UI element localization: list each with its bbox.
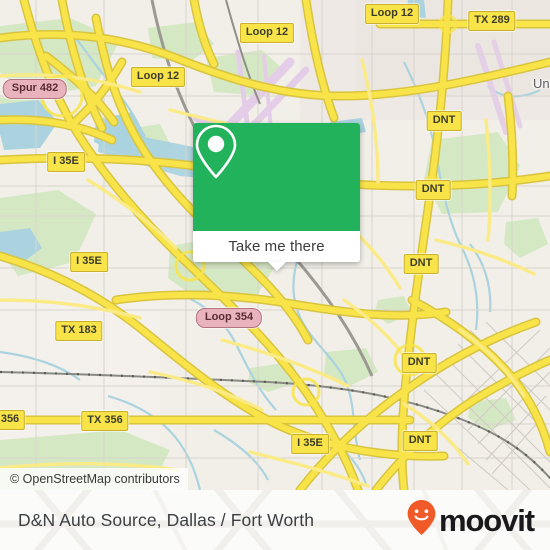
road-shield-loop-354[interactable]: Loop 354 <box>195 308 263 328</box>
take-me-there-label: Take me there <box>228 238 325 255</box>
road-shield-i-35e[interactable]: I 35E <box>47 152 85 172</box>
map-place-label: Un <box>533 76 550 91</box>
moovit-wordmark: moovit <box>438 502 535 538</box>
road-shield-dnt[interactable]: DNT <box>415 180 451 200</box>
moovit-location-card-screenshot: Un Loop 12 TX 289 Loop 12 Loop 12 Spur 4… <box>0 0 550 550</box>
road-shield-356[interactable]: 356 <box>0 410 26 430</box>
popup-pin-area <box>193 123 360 231</box>
moovit-logo[interactable]: moovit <box>406 499 535 541</box>
road-shield-dnt[interactable]: DNT <box>426 111 462 131</box>
osm-attribution[interactable]: © OpenStreetMap contributors <box>0 468 188 490</box>
moovit-smiley-pin-icon <box>406 499 437 541</box>
road-shield-dnt[interactable]: DNT <box>402 431 438 451</box>
map-place-label-vertical <box>4 265 16 268</box>
road-shield-loop-12[interactable]: Loop 12 <box>364 4 420 24</box>
road-shield-loop-12[interactable]: Loop 12 <box>239 23 295 43</box>
road-shield-spur-482[interactable]: Spur 482 <box>2 79 68 99</box>
footer-bar: D&N Auto Source, Dallas / Fort Worth moo… <box>0 490 550 550</box>
map-canvas[interactable]: Un Loop 12 TX 289 Loop 12 Loop 12 Spur 4… <box>0 0 550 490</box>
road-shield-tx-289[interactable]: TX 289 <box>468 11 516 31</box>
road-shield-i-35e[interactable]: I 35E <box>291 434 329 454</box>
road-shield-dnt[interactable]: DNT <box>403 254 439 274</box>
road-shield-i-35e[interactable]: I 35E <box>70 252 108 272</box>
road-shield-loop-12[interactable]: Loop 12 <box>130 67 186 87</box>
page-title: D&N Auto Source, Dallas / Fort Worth <box>18 509 315 530</box>
location-popup-card[interactable]: Take me there <box>193 123 360 271</box>
road-shield-dnt[interactable]: DNT <box>401 353 437 373</box>
popup-pointer <box>267 262 286 271</box>
road-shield-tx-183[interactable]: TX 183 <box>55 321 103 341</box>
popup-action-bar[interactable]: Take me there <box>193 231 360 271</box>
road-shield-tx-356[interactable]: TX 356 <box>81 411 129 431</box>
